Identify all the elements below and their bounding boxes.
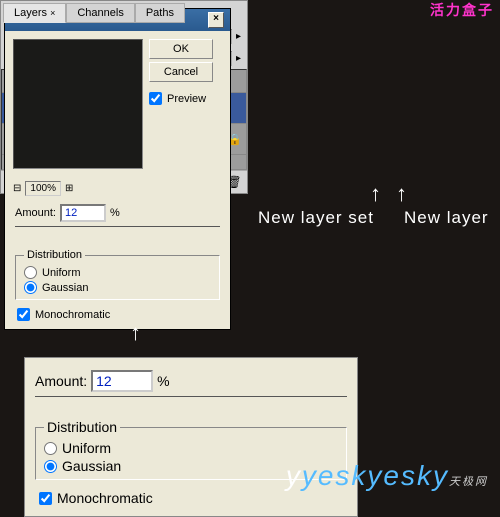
annotation-new-layer-set: New layer set [258,208,374,228]
zoom-value: 100% [25,181,61,196]
distribution-group: Distribution Uniform Gaussian [15,249,220,300]
arrow-up-icon: ↑ [396,181,407,207]
amount-label: Amount: [15,207,56,219]
amount-label: Amount: [35,373,87,389]
ok-button[interactable]: OK [149,39,213,59]
zoom-out-icon[interactable]: ⊟ [13,183,21,194]
watermark-bottom: yyeskyesky天极网 [286,460,488,492]
close-icon[interactable]: × [208,12,224,28]
tab-paths[interactable]: Paths [135,3,185,23]
arrow-icon[interactable]: ▸ [236,31,241,42]
gaussian-radio[interactable]: Gaussian [24,280,211,295]
uniform-radio[interactable]: Uniform [24,265,211,280]
watermark-top: 活力盒子 [430,0,494,20]
cancel-button[interactable]: Cancel [149,62,213,82]
tab-layers[interactable]: Layers × [3,3,66,23]
noise-preview [13,39,143,169]
amount-slider[interactable] [15,226,220,245]
tab-channels[interactable]: Channels [66,3,134,23]
amount-input[interactable] [60,204,106,222]
detail-panel: Amount: % Distribution Uniform Gaussian … [24,357,358,517]
arrow-up-icon: ↑ [370,181,381,207]
add-noise-dialog: Add Noise × OK Cancel Preview ⊟ 100% ⊞ A… [4,8,231,330]
zoom-in-icon[interactable]: ⊞ [65,183,73,194]
preview-checkbox[interactable]: Preview [149,91,213,106]
uniform-radio[interactable]: Uniform [44,439,338,457]
annotation-new-layer: New layer [404,208,489,228]
amount-slider[interactable] [35,396,347,415]
arrow-up-icon: ↑ [130,320,141,346]
monochromatic-checkbox[interactable]: Monochromatic [5,304,230,329]
arrow-icon[interactable]: ▸ [236,53,241,64]
amount-input[interactable] [91,370,153,392]
